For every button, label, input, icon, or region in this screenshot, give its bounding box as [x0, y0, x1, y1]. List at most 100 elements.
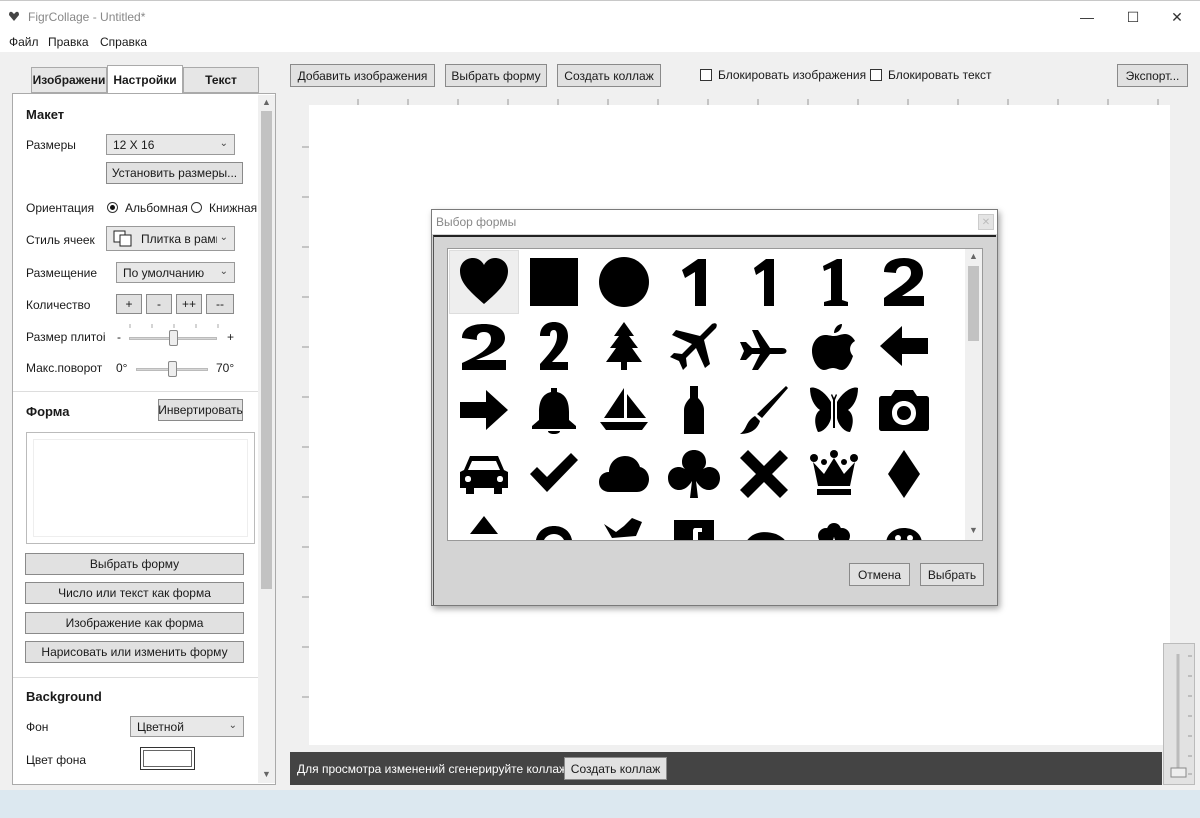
add-images-button[interactable]: Добавить изображения — [290, 64, 435, 87]
diamond-icon — [888, 450, 920, 498]
fill-dropdown[interactable]: Цветной ⌄ — [130, 716, 244, 737]
scroll-down-icon[interactable]: ▼ — [969, 525, 978, 535]
shape-sailboat[interactable] — [589, 378, 659, 442]
export-button[interactable]: Экспорт... — [1117, 64, 1188, 87]
count-minus-button[interactable]: - — [146, 294, 172, 314]
placement-dropdown[interactable]: По умолчанию ⌄ — [116, 262, 235, 283]
background-color-swatch[interactable] — [140, 747, 195, 770]
shape-one-condensed[interactable] — [729, 250, 799, 314]
shape-crown[interactable] — [799, 442, 869, 506]
shape-skull[interactable] — [869, 506, 939, 540]
shape-diamond[interactable] — [869, 442, 939, 506]
settings-scrollbar[interactable]: ▲ ▼ — [258, 95, 275, 783]
set-size-button[interactable]: Установить размеры... — [106, 162, 243, 184]
shape-bell[interactable] — [519, 378, 589, 442]
shape-grid-scrollbar[interactable]: ▲ ▼ — [965, 249, 982, 540]
draw-shape-button[interactable]: Нарисовать или изменить форму — [25, 641, 244, 663]
lock-images-label: Блокировать изображения — [718, 68, 867, 82]
size-dropdown[interactable]: 12 X 16 ⌄ — [106, 134, 235, 155]
lock-images-checkbox[interactable] — [700, 69, 712, 81]
cell-style-value: Плитка в рамке — [141, 232, 217, 246]
tab-text[interactable]: Текст — [183, 67, 259, 93]
digit-two-icon — [540, 322, 568, 370]
apple-icon — [812, 324, 855, 370]
shape-airplane-side[interactable] — [729, 314, 799, 378]
image-shape-button[interactable]: Изображение как форма — [25, 612, 244, 634]
tiles-icon — [113, 230, 132, 247]
shape-bottle[interactable] — [659, 378, 729, 442]
zoom-slider[interactable] — [1163, 643, 1195, 785]
tile-size-slider-thumb[interactable] — [169, 330, 178, 346]
car-icon — [460, 456, 508, 494]
lock-text-checkbox[interactable] — [870, 69, 882, 81]
scroll-up-icon[interactable]: ▲ — [969, 251, 978, 261]
dialog-close-button[interactable]: ✕ — [978, 214, 994, 230]
shape-paintbrush[interactable] — [729, 378, 799, 442]
tab-settings[interactable]: Настройки — [107, 65, 183, 93]
scroll-up-icon[interactable]: ▲ — [262, 97, 271, 107]
count-plus-plus-button[interactable]: ++ — [176, 294, 202, 314]
shape-paw[interactable] — [799, 506, 869, 540]
shape-butterfly[interactable] — [799, 378, 869, 442]
tab-images[interactable]: Изображени — [31, 67, 107, 93]
cell-style-dropdown[interactable]: Плитка в рамке ⌄ — [106, 226, 235, 251]
shape-checkmark[interactable] — [519, 442, 589, 506]
create-collage-status-button[interactable]: Создать коллаж — [564, 757, 667, 780]
shape-club[interactable] — [659, 442, 729, 506]
bell-icon — [532, 388, 576, 434]
digit-two-icon — [884, 258, 924, 306]
scrollbar-thumb[interactable] — [261, 111, 272, 589]
size-value: 12 X 16 — [113, 138, 155, 152]
shape-two-serif[interactable] — [449, 314, 519, 378]
menu-help[interactable]: Справка — [100, 35, 147, 49]
cancel-button[interactable]: Отмена — [849, 563, 910, 586]
shape-apple[interactable] — [799, 314, 869, 378]
shape-two-sans[interactable] — [869, 250, 939, 314]
invert-button[interactable]: Инвертировать — [158, 399, 243, 421]
shape-arrow-right[interactable] — [449, 378, 519, 442]
scroll-down-icon[interactable]: ▼ — [262, 769, 271, 779]
shape-cross[interactable] — [729, 442, 799, 506]
scrollbar-thumb[interactable] — [968, 266, 979, 341]
shape-spade[interactable] — [449, 506, 519, 540]
shape-arrow-left[interactable] — [869, 314, 939, 378]
facebook-icon — [674, 520, 714, 540]
shape-tree[interactable] — [589, 314, 659, 378]
shape-airplane[interactable] — [659, 314, 729, 378]
shape-heart[interactable] — [449, 250, 519, 314]
landscape-radio[interactable] — [107, 202, 118, 213]
butterfly-icon — [810, 387, 858, 432]
number-text-shape-button[interactable]: Число или текст как форма — [25, 582, 244, 604]
shape-square[interactable] — [519, 250, 589, 314]
shape-one-serif[interactable] — [799, 250, 869, 314]
shape-car[interactable] — [449, 442, 519, 506]
shape-fish[interactable] — [729, 506, 799, 540]
count-minus-minus-button[interactable]: -- — [206, 294, 234, 314]
orientation-label: Ориентация — [26, 201, 95, 215]
choose-shape-button[interactable]: Выбрать форму — [25, 553, 244, 575]
minimize-button[interactable]: — — [1064, 1, 1110, 33]
menu-file[interactable]: Файл — [9, 35, 39, 49]
shape-preview — [26, 432, 255, 544]
portrait-label: Книжная — [209, 201, 258, 215]
max-rotation-slider-thumb[interactable] — [168, 361, 177, 377]
shape-ring[interactable] — [519, 506, 589, 540]
maximize-button[interactable]: ☐ — [1110, 1, 1156, 33]
shape-camera[interactable] — [869, 378, 939, 442]
airplane-icon — [740, 330, 787, 370]
shape-one-sans[interactable] — [659, 250, 729, 314]
shape-cloud[interactable] — [589, 442, 659, 506]
menu-edit[interactable]: Правка — [48, 35, 89, 49]
create-collage-toolbar-button[interactable]: Создать коллаж — [557, 64, 661, 87]
portrait-radio[interactable] — [191, 202, 202, 213]
select-button[interactable]: Выбрать — [920, 563, 984, 586]
shape-facebook[interactable] — [659, 506, 729, 540]
choose-shape-toolbar-button[interactable]: Выбрать форму — [445, 64, 547, 87]
taskbar — [0, 790, 1200, 818]
close-button[interactable]: ✕ — [1154, 1, 1200, 33]
count-plus-button[interactable]: + — [116, 294, 142, 314]
shape-flower[interactable] — [589, 506, 659, 540]
zoom-slider-track — [1170, 654, 1192, 778]
shape-two-condensed[interactable] — [519, 314, 589, 378]
shape-circle[interactable] — [589, 250, 659, 314]
